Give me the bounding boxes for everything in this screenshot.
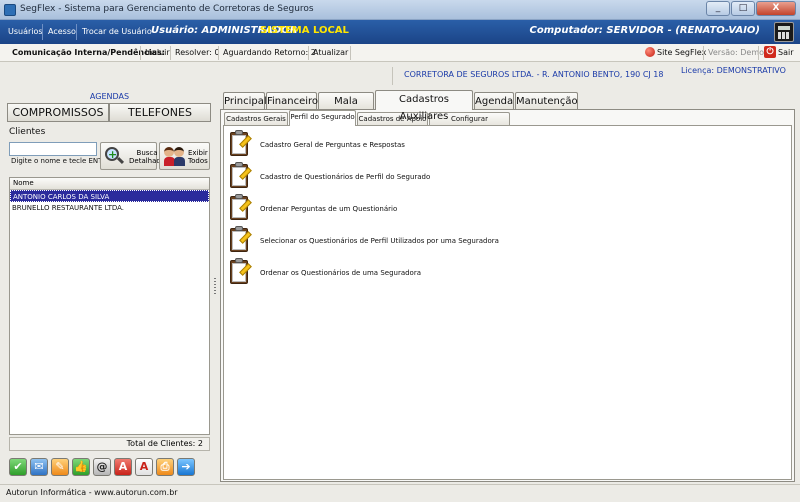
status-bar: Autorun Informática - www.autorun.com.br bbox=[0, 484, 800, 502]
edit-icon[interactable]: ✎ bbox=[51, 458, 69, 476]
main-area: Principal Financeiro Mala Direta Cadastr… bbox=[220, 90, 795, 482]
clientes-label: Clientes bbox=[9, 127, 46, 137]
compromissos-button[interactable]: COMPROMISSOS bbox=[7, 103, 109, 122]
menu-item-label: Cadastro de Questionários de Perfil do S… bbox=[260, 173, 431, 181]
minimize-button[interactable]: _ bbox=[706, 1, 730, 16]
menu-item-selecionar-questionarios[interactable]: Selecionar os Questionários de Perfil Ut… bbox=[228, 225, 628, 257]
menu-item-questionarios-perfil[interactable]: Cadastro de Questionários de Perfil do S… bbox=[228, 161, 628, 193]
tab-agenda[interactable]: Agenda bbox=[474, 92, 514, 110]
menu-item-label: Cadastro Geral de Perguntas e Respostas bbox=[260, 141, 405, 149]
grid-header-nome[interactable]: Nome bbox=[10, 178, 209, 190]
print-icon[interactable]: ⎙ bbox=[156, 458, 174, 476]
exibir-label-2: Todos bbox=[188, 157, 208, 165]
sair-button[interactable]: Sair bbox=[778, 48, 794, 57]
menu-item-ordenar-questionarios[interactable]: Ordenar os Questionários de uma Segurado… bbox=[228, 257, 628, 289]
menu-item-label: Ordenar os Questionários de uma Segurado… bbox=[260, 269, 422, 277]
tab-cadastros-auxiliares[interactable]: Cadastros Auxiliares bbox=[375, 90, 473, 122]
window-title: SegFlex - Sistema para Gerenciamento de … bbox=[20, 4, 314, 14]
license-label: Licença: DEMONSTRATIVO bbox=[681, 66, 786, 75]
panel-splitter[interactable] bbox=[213, 90, 217, 482]
menu-acesso[interactable]: Acesso bbox=[48, 27, 76, 36]
computer-name: Computador: SERVIDOR - (RENATO-VAIO) bbox=[529, 25, 760, 36]
system-mode: SISTEMA LOCAL bbox=[260, 25, 349, 36]
busca-label-1: Busca bbox=[136, 149, 158, 157]
letter-a-icon[interactable]: A bbox=[114, 458, 132, 476]
subtab-cadastros-gerais[interactable]: Cadastros Gerais bbox=[224, 112, 288, 126]
menu-item-label: Ordenar Perguntas de um Questionário bbox=[260, 205, 398, 213]
clipboard-pencil-icon bbox=[228, 161, 252, 191]
menu-usuarios[interactable]: Usuários bbox=[8, 27, 43, 36]
menu-trocar-usuario[interactable]: Trocar de Usuário bbox=[82, 27, 152, 36]
site-segflex-link[interactable]: Site SegFlex bbox=[657, 48, 706, 57]
total-clients: Total de Clientes: 2 bbox=[9, 437, 210, 451]
company-name: CORRETORA DE SEGUROS LTDA. - R. ANTONIO … bbox=[404, 70, 664, 79]
client-row[interactable]: BRUNELLO RESTAURANTE LTDA. bbox=[10, 202, 209, 214]
client-search-input[interactable] bbox=[9, 142, 97, 156]
menu-item-perguntas-respostas[interactable]: Cadastro Geral de Perguntas e Respostas bbox=[228, 129, 628, 161]
maximize-button[interactable]: □ bbox=[731, 1, 755, 16]
left-panel: AGENDAS COMPROMISSOS TELEFONES Clientes … bbox=[7, 90, 212, 482]
menu-item-ordenar-perguntas[interactable]: Ordenar Perguntas de um Questionário bbox=[228, 193, 628, 225]
people-icon bbox=[164, 147, 186, 167]
version-label: Versão: Demo bbox=[708, 48, 765, 57]
clipboard-pencil-icon bbox=[228, 193, 252, 223]
tab-content: Cadastros Gerais Perfil do Segurado Cada… bbox=[220, 109, 795, 482]
atualizar-button[interactable]: Atualizar bbox=[313, 48, 348, 57]
power-icon[interactable]: ⏻ bbox=[764, 46, 776, 58]
clipboard-pencil-icon bbox=[228, 129, 252, 159]
globe-icon bbox=[645, 47, 655, 57]
exibir-todos-button[interactable]: Exibir Todos bbox=[159, 142, 210, 170]
magnifier-plus-icon: + bbox=[105, 147, 125, 165]
arrow-right-icon[interactable]: ➔ bbox=[177, 458, 195, 476]
menu-item-label: Selecionar os Questionários de Perfil Ut… bbox=[260, 237, 499, 245]
resolver-button[interactable]: Resolver: 0 bbox=[175, 48, 220, 57]
tab-manutencao[interactable]: Manutenção bbox=[515, 92, 578, 110]
perfil-segurado-panel: Cadastro Geral de Perguntas e Respostas … bbox=[223, 125, 792, 480]
incluir-button[interactable]: Incluir bbox=[145, 48, 170, 57]
letter-a-small-icon[interactable]: A bbox=[135, 458, 153, 476]
client-row[interactable]: ANTONIO CARLOS DA SILVA bbox=[10, 190, 209, 202]
calculator-icon[interactable] bbox=[774, 22, 794, 42]
title-bar: SegFlex - Sistema para Gerenciamento de … bbox=[0, 0, 800, 20]
at-icon[interactable]: @ bbox=[93, 458, 111, 476]
company-info-strip: CORRETORA DE SEGUROS LTDA. - R. ANTONIO … bbox=[0, 63, 800, 87]
aguardando-button[interactable]: Aguardando Retorno: 2 bbox=[223, 48, 316, 57]
app-icon bbox=[4, 4, 16, 16]
tab-financeiro[interactable]: Financeiro bbox=[266, 92, 318, 110]
communication-toolbar: Comunicação Interna/Pendências: Incluir … bbox=[0, 44, 800, 62]
action-bar: ✔ ✉ ✎ 👍 @ A A ⎙ ➔ bbox=[9, 458, 195, 478]
close-button[interactable]: X bbox=[756, 1, 796, 16]
search-hint: Digite o nome e tecle ENTER bbox=[11, 157, 112, 165]
status-text: Autorun Informática - www.autorun.com.br bbox=[6, 488, 178, 497]
toolbar-title: Comunicação Interna/Pendências: bbox=[12, 48, 165, 57]
agendas-label: AGENDAS bbox=[89, 92, 130, 101]
menu-bar: Usuários Acesso Trocar de Usuário Usuári… bbox=[0, 20, 800, 44]
telefones-button[interactable]: TELEFONES bbox=[109, 103, 211, 122]
busca-detalhada-button[interactable]: + Busca Detalhada bbox=[100, 142, 165, 170]
thumbs-up-icon[interactable]: 👍 bbox=[72, 458, 90, 476]
mail-icon[interactable]: ✉ bbox=[30, 458, 48, 476]
clipboard-pencil-icon bbox=[228, 225, 252, 255]
subtab-perfil-segurado[interactable]: Perfil do Segurado bbox=[289, 110, 356, 126]
tab-mala-direta[interactable]: Mala Direta bbox=[318, 92, 374, 124]
clients-grid: Nome ANTONIO CARLOS DA SILVA BRUNELLO RE… bbox=[9, 177, 210, 435]
check-icon[interactable]: ✔ bbox=[9, 458, 27, 476]
tab-principal[interactable]: Principal bbox=[223, 92, 267, 110]
exibir-label-1: Exibir bbox=[188, 149, 208, 157]
clipboard-pencil-icon bbox=[228, 257, 252, 287]
